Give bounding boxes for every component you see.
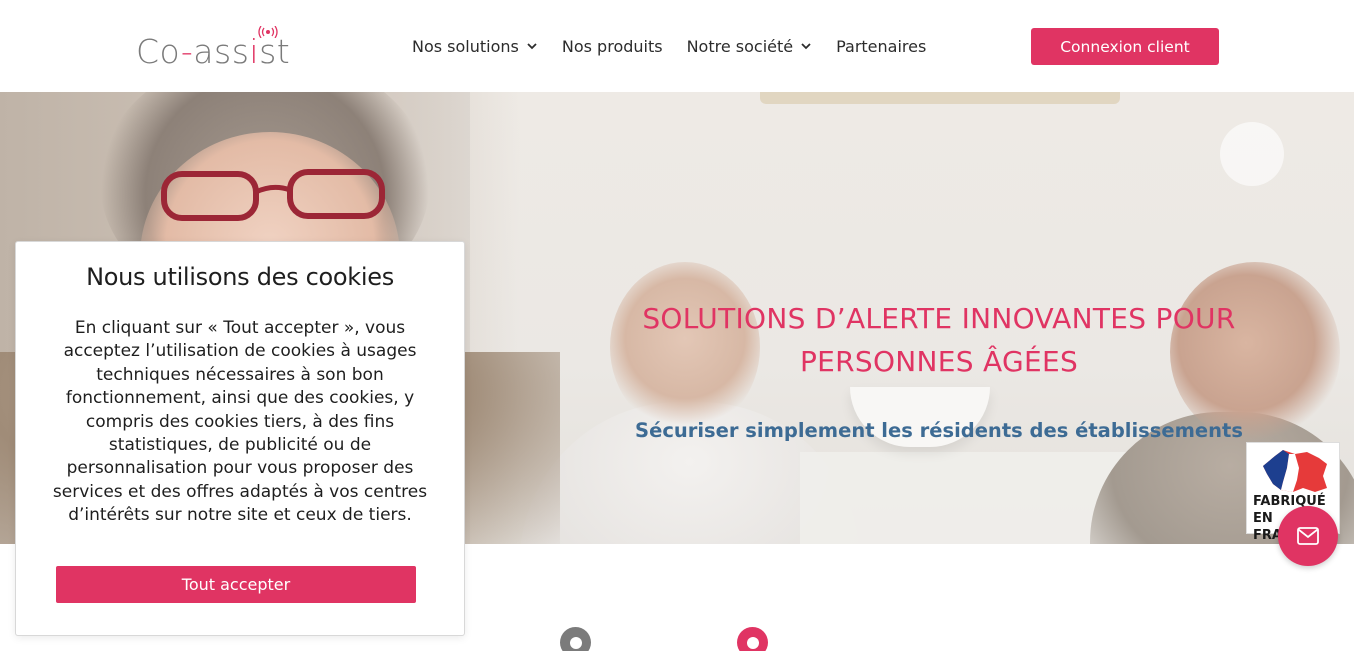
hero-table	[800, 452, 1140, 544]
main-nav: Nos solutions Nos produits Notre société…	[412, 34, 950, 58]
hero-lamp	[1220, 122, 1284, 186]
nav-item-label: Partenaires	[836, 36, 927, 56]
cookie-text: En cliquant sur « Tout accepter », vous …	[52, 318, 428, 526]
nav-item-label: Nos solutions	[412, 36, 519, 56]
hero-subtitle: Sécuriser simplement les résidents des é…	[635, 419, 1243, 442]
mail-icon	[1297, 527, 1319, 545]
timeline-dot-active[interactable]	[737, 627, 768, 651]
france-map-icon	[1253, 448, 1335, 494]
logo[interactable]: Co-assist	[136, 26, 291, 71]
glasses-icon	[161, 169, 385, 221]
nav-item-produits[interactable]: Nos produits	[562, 34, 663, 58]
cookie-consent-dialog: Nous utilisons des cookies En cliquant s…	[15, 241, 465, 636]
cookie-title: Nous utilisons des cookies	[86, 263, 394, 291]
hero-title: SOLUTIONS D’ALERTE INNOVANTES POUR PERSO…	[642, 302, 1236, 378]
nav-item-partenaires[interactable]: Partenaires	[836, 34, 926, 58]
chevron-down-icon	[527, 43, 537, 50]
nav-item-label: Nos produits	[561, 36, 663, 56]
site-header: Co-assist Nos solutions Nos produits Not…	[0, 0, 1366, 92]
timeline-dot[interactable]	[560, 627, 591, 651]
nav-item-societe[interactable]: Notre société	[687, 34, 813, 58]
nav-item-label: Notre société	[686, 36, 794, 56]
nav-item-solutions[interactable]: Nos solutions	[412, 34, 538, 58]
chevron-down-icon	[801, 43, 811, 50]
logo-text: Co-assist	[136, 32, 291, 71]
signal-icon	[258, 26, 278, 38]
login-button[interactable]: Connexion client	[1031, 28, 1219, 65]
accept-all-button[interactable]: Tout accepter	[56, 566, 416, 603]
timeline-dot-inner	[569, 636, 582, 649]
contact-mail-button[interactable]	[1278, 506, 1338, 566]
hero-shelf	[760, 92, 1120, 104]
timeline-dot-inner	[746, 636, 759, 649]
